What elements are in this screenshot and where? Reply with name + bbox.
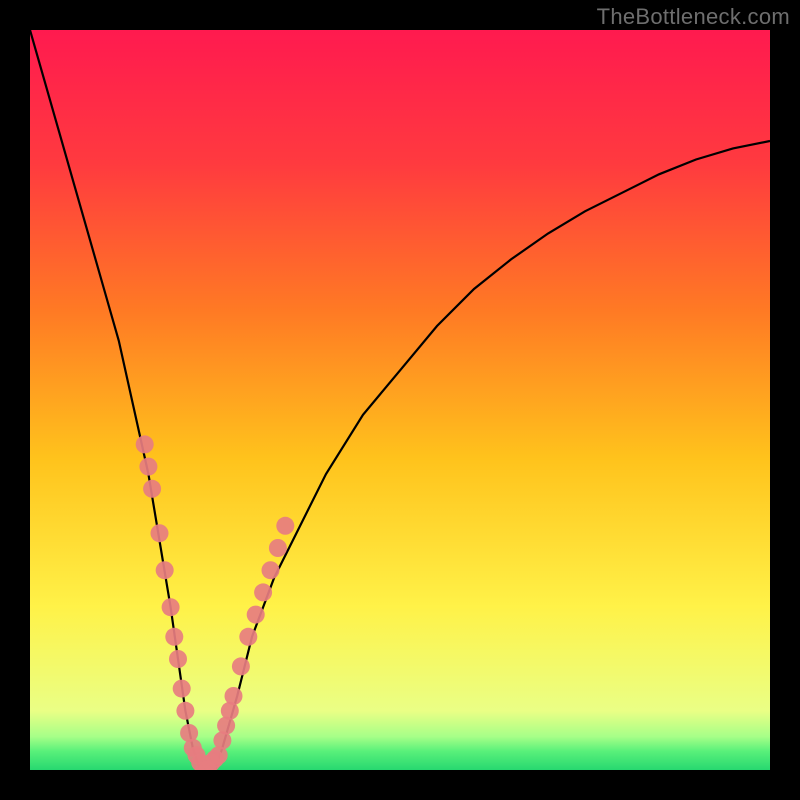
data-marker [247, 606, 265, 624]
data-marker [176, 702, 194, 720]
data-marker [232, 657, 250, 675]
data-marker [143, 480, 161, 498]
attribution-label: TheBottleneck.com [597, 4, 790, 30]
plot-area [30, 30, 770, 770]
data-marker [139, 458, 157, 476]
data-marker [169, 650, 187, 668]
data-marker [262, 561, 280, 579]
data-marker [136, 435, 154, 453]
data-marker [156, 561, 174, 579]
data-marker [165, 628, 183, 646]
right-branch-markers [199, 517, 295, 770]
bottleneck-curve [30, 30, 770, 770]
left-branch-markers [136, 435, 213, 770]
data-marker [239, 628, 257, 646]
data-marker [173, 680, 191, 698]
data-marker [162, 598, 180, 616]
data-marker [269, 539, 287, 557]
curve-layer [30, 30, 770, 770]
data-marker [276, 517, 294, 535]
chart-frame: TheBottleneck.com [0, 0, 800, 800]
data-marker [254, 583, 272, 601]
data-marker [151, 524, 169, 542]
data-marker [225, 687, 243, 705]
